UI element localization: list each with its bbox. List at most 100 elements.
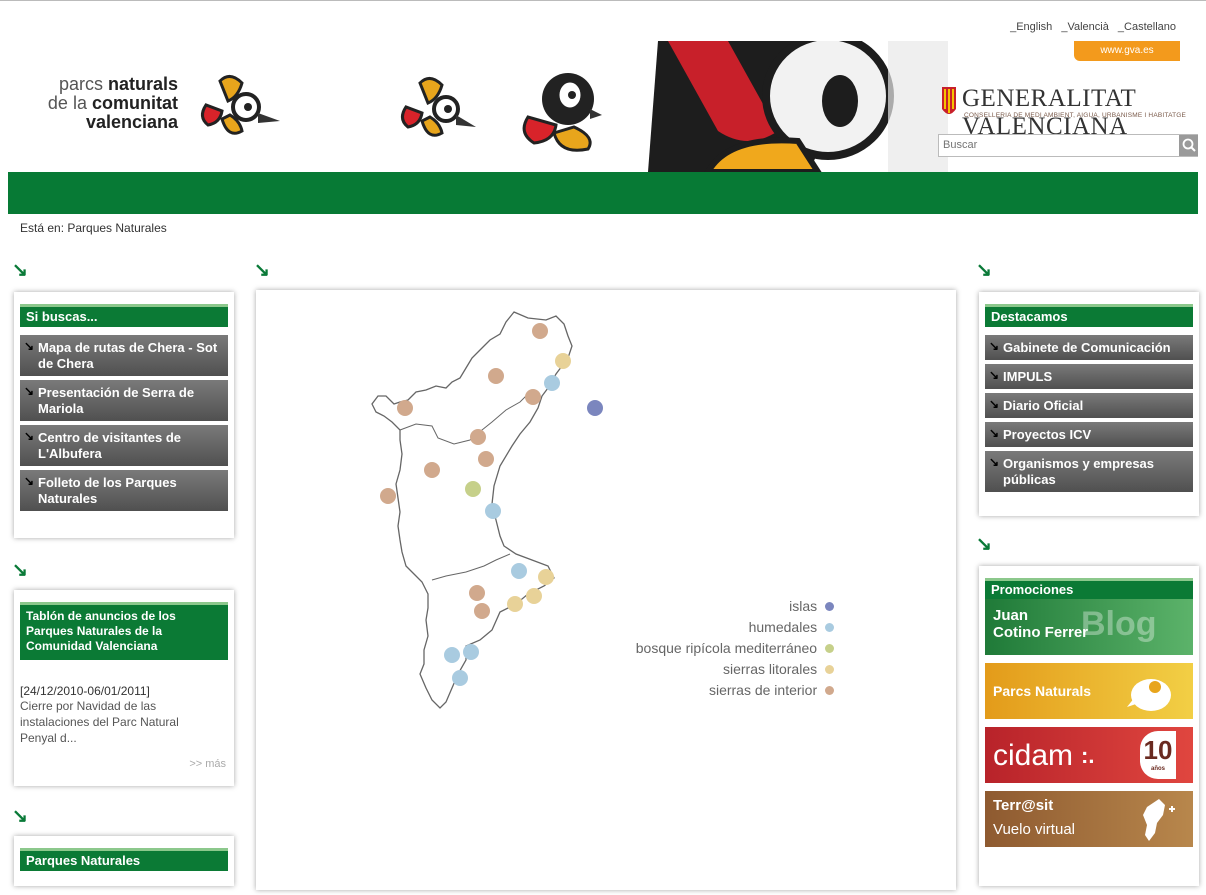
highlight-label: Gabinete de Comunicación bbox=[1003, 340, 1171, 355]
park-marker bbox=[452, 670, 468, 686]
highlight-link[interactable]: ↘ Gabinete de Comunicación bbox=[985, 335, 1193, 360]
lang-english[interactable]: _English bbox=[1010, 21, 1052, 33]
arrow-icon: ↘ bbox=[24, 474, 35, 488]
highlights-box: Destacamos ↘ Gabinete de Comunicación ↘ IM… bbox=[979, 292, 1199, 516]
site-logo[interactable]: parcs naturals de la comunitat valencian… bbox=[28, 75, 178, 132]
park-marker bbox=[511, 563, 527, 579]
generalitat-crest-icon bbox=[942, 87, 956, 114]
promo-blog-gva[interactable]: Juan Cotino Ferrer Blog gva bbox=[985, 599, 1193, 655]
promo-blog-brand: Blog gva bbox=[1081, 605, 1157, 655]
suggestion-link[interactable]: ↘ Folleto de los Parques Naturales bbox=[20, 470, 228, 511]
notice-board-box: Tablón de anuncios de los Parques Natura… bbox=[14, 590, 234, 786]
bird-logo-icon bbox=[1127, 679, 1171, 711]
bird-icon bbox=[522, 73, 602, 152]
park-marker bbox=[444, 647, 460, 663]
suggestion-label: Folleto de los Parques Naturales bbox=[38, 475, 177, 506]
promo-parcs-label: Parcs Naturals bbox=[993, 683, 1092, 699]
notice-date: [24/12/2010-06/01/2011] bbox=[20, 684, 150, 698]
promo-cidam-years-sub: años bbox=[1150, 766, 1165, 772]
highlight-label: Diario Oficial bbox=[1003, 398, 1084, 413]
promo-terrasit-subtitle: Vuelo virtual bbox=[993, 821, 1075, 838]
park-marker bbox=[397, 400, 413, 416]
section-arrow-icon: ↘ bbox=[12, 260, 28, 281]
park-marker bbox=[470, 429, 486, 445]
park-marker bbox=[532, 323, 548, 339]
arrow-icon: ↘ bbox=[24, 384, 35, 398]
lang-valencia[interactable]: _Valencià bbox=[1061, 21, 1109, 33]
arrow-icon: ↘ bbox=[989, 455, 1000, 469]
language-selector: _English _Valencià _Castellano bbox=[1004, 21, 1176, 33]
notice-text: Cierre por Navidad de las instalaciones … bbox=[20, 699, 179, 745]
promo-blog-line1: Juan bbox=[993, 607, 1029, 624]
section-arrow-icon: ↘ bbox=[12, 806, 28, 827]
arrow-icon: ↘ bbox=[989, 368, 1000, 382]
highlight-label: Proyectos ICV bbox=[1003, 427, 1092, 442]
promo-parcs-naturals[interactable]: Parcs Naturals bbox=[985, 663, 1193, 719]
suggestion-link[interactable]: ↘ Centro de visitantes de L'Albufera bbox=[20, 425, 228, 466]
park-marker bbox=[555, 353, 571, 369]
suggestion-link[interactable]: ↘ Presentación de Serra de Mariola bbox=[20, 380, 228, 421]
search-input[interactable] bbox=[939, 135, 1172, 155]
breadcrumb: Está en: Parques Naturales bbox=[20, 221, 167, 235]
promo-terrasit[interactable]: Terr@sit Vuelo virtual bbox=[985, 791, 1193, 847]
gva-link[interactable]: www.gva.es bbox=[1074, 41, 1180, 61]
highlight-link[interactable]: ↘ Proyectos ICV bbox=[985, 422, 1193, 447]
park-marker bbox=[488, 368, 504, 384]
search-suggestions-title: Si buscas... bbox=[20, 304, 228, 327]
bird-mascots-banner bbox=[201, 41, 948, 172]
search-suggestions-box: Si buscas... ↘ Mapa de rutas de Chera - S… bbox=[14, 292, 234, 538]
section-arrow-icon: ↘ bbox=[976, 260, 992, 281]
conselleria-name: CONSELLERIA DE MEDI AMBIENT, AIGUA, URBA… bbox=[964, 112, 1187, 119]
park-marker bbox=[538, 569, 554, 585]
region-silhouette-icon bbox=[1143, 799, 1175, 841]
highlight-link[interactable]: ↘ Organismos y empresas públicas bbox=[985, 451, 1193, 492]
suggestion-link[interactable]: ↘ Mapa de rutas de Chera - Sot de Chera bbox=[20, 335, 228, 376]
section-arrow-icon: ↘ bbox=[976, 534, 992, 555]
promo-cidam-label: cidam bbox=[993, 739, 1074, 772]
logo-word-2: naturals bbox=[107, 74, 178, 94]
highlights-title: Destacamos bbox=[985, 304, 1193, 327]
park-marker bbox=[526, 588, 542, 604]
section-arrow-icon: ↘ bbox=[12, 560, 28, 581]
park-marker bbox=[544, 375, 560, 391]
main-nav-bar bbox=[8, 172, 1198, 214]
park-marker bbox=[424, 462, 440, 478]
park-marker bbox=[474, 603, 490, 619]
park-marker bbox=[469, 585, 485, 601]
highlight-label: Organismos y empresas públicas bbox=[1003, 456, 1155, 487]
bird-icon bbox=[201, 75, 280, 135]
park-marker bbox=[465, 481, 481, 497]
notice-board-title[interactable]: Tablón de anuncios de los Parques Natura… bbox=[20, 602, 228, 660]
search-button[interactable] bbox=[1179, 135, 1198, 156]
suggestion-label: Mapa de rutas de Chera - Sot de Chera bbox=[38, 340, 218, 371]
suggestion-label: Centro de visitantes de L'Albufera bbox=[38, 430, 182, 461]
parks-box: Parques Naturales bbox=[14, 836, 234, 886]
highlight-label: IMPULS bbox=[1003, 369, 1053, 384]
park-marker bbox=[478, 451, 494, 467]
highlight-link[interactable]: ↘ Diario Oficial bbox=[985, 393, 1193, 418]
park-marker bbox=[485, 503, 501, 519]
logo-word-5: valenciana bbox=[85, 112, 178, 132]
logo-word-3: de la bbox=[47, 93, 87, 113]
arrow-icon: ↘ bbox=[989, 397, 1000, 411]
park-marker bbox=[507, 596, 523, 612]
logo-word-4: comunitat bbox=[91, 93, 178, 113]
promo-blog-line2: Cotino Ferrer bbox=[993, 624, 1089, 641]
parks-title: Parques Naturales bbox=[20, 848, 228, 871]
promo-cidam[interactable]: cidam :. 10 años bbox=[985, 727, 1193, 783]
promotions-box: Promociones Juan Cotino Ferrer Blog gva … bbox=[979, 566, 1199, 886]
promo-cidam-badge: 10 años bbox=[1140, 731, 1176, 779]
search-icon bbox=[1182, 138, 1196, 152]
arrow-icon: ↘ bbox=[24, 339, 35, 353]
park-marker bbox=[525, 389, 541, 405]
lang-castellano[interactable]: _Castellano bbox=[1118, 21, 1176, 33]
highlight-link[interactable]: ↘ IMPULS bbox=[985, 364, 1193, 389]
park-marker bbox=[380, 488, 396, 504]
notice-more-link[interactable]: >> más bbox=[20, 758, 228, 770]
arrow-icon: ↘ bbox=[989, 339, 1000, 353]
bird-icon bbox=[401, 77, 476, 137]
promotions-title: Promociones bbox=[985, 578, 1193, 599]
park-marker bbox=[463, 644, 479, 660]
section-arrow-icon: ↘ bbox=[254, 260, 270, 281]
promo-cidam-years: 10 bbox=[1143, 735, 1173, 765]
